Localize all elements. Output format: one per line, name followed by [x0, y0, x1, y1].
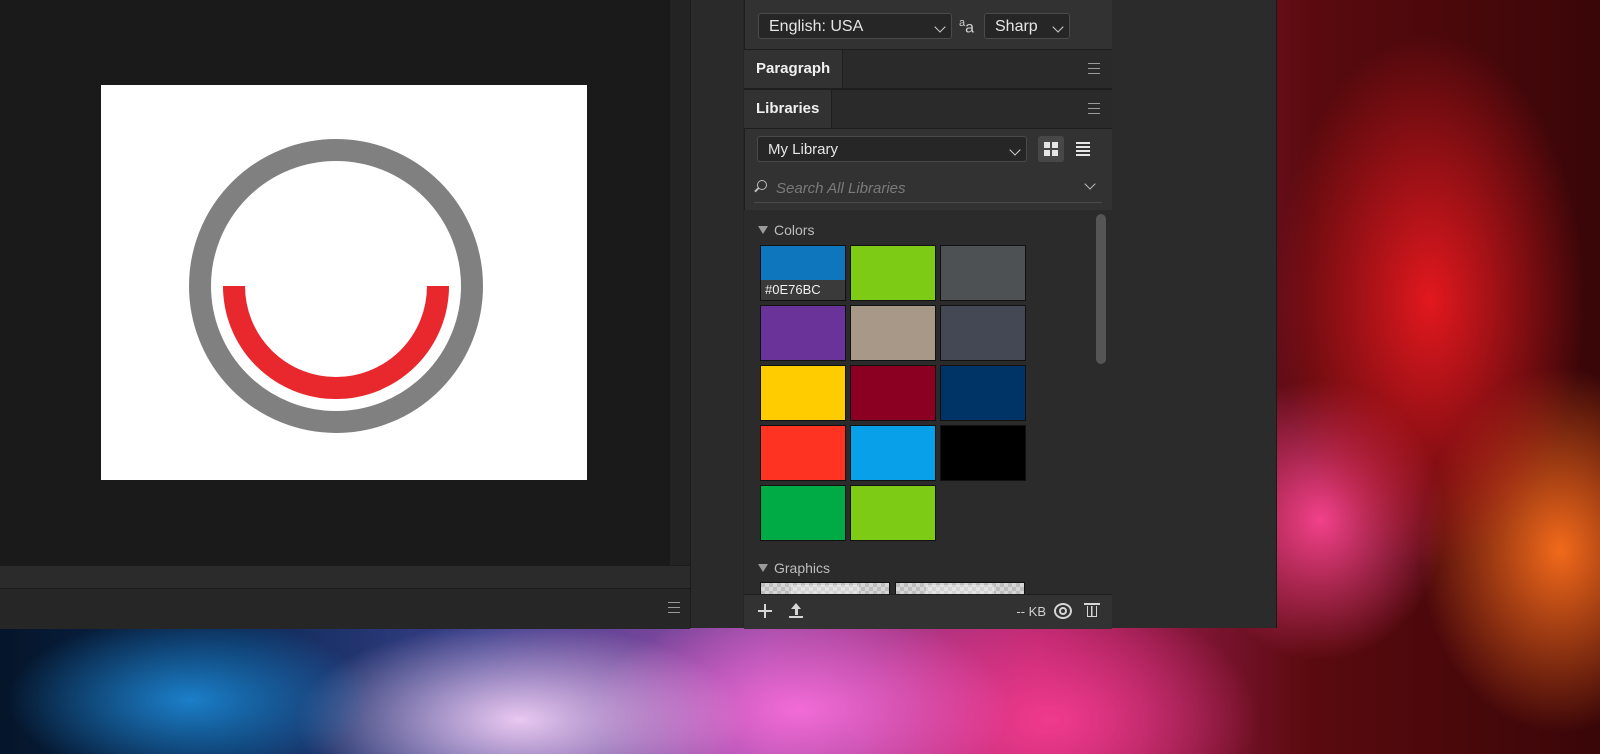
- grid-view-button[interactable]: [1038, 136, 1064, 162]
- library-search: [754, 174, 1102, 203]
- list-view-icon: [1076, 142, 1090, 156]
- panel-menu-icon[interactable]: [1088, 103, 1100, 114]
- color-swatch[interactable]: [760, 365, 846, 421]
- upload-icon[interactable]: [788, 603, 804, 621]
- libraries-footer: -- KB: [744, 594, 1112, 629]
- antialias-value: Sharp: [995, 18, 1038, 35]
- document-area: [0, 0, 670, 565]
- tab-paragraph[interactable]: Paragraph: [744, 50, 844, 88]
- antialias-icon: aa: [959, 17, 975, 37]
- disclosure-triangle-icon: [758, 226, 768, 234]
- color-swatch[interactable]: [850, 365, 936, 421]
- color-swatch[interactable]: [760, 485, 846, 541]
- color-swatch[interactable]: #0E76BC: [760, 245, 846, 301]
- color-swatch[interactable]: [850, 245, 936, 301]
- ring-gauge-artwork: [189, 139, 483, 433]
- grid-view-icon: [1044, 142, 1058, 156]
- color-swatch[interactable]: [850, 485, 936, 541]
- chevron-down-icon[interactable]: [1084, 178, 1096, 190]
- ring-fill-lower: [223, 285, 449, 399]
- color-swatch[interactable]: [850, 425, 936, 481]
- libraries-panel-header: Libraries: [744, 89, 1112, 129]
- color-swatch[interactable]: [850, 305, 936, 361]
- library-size-text: -- KB: [1016, 604, 1046, 619]
- document-horizontal-scrollbar[interactable]: [0, 565, 690, 588]
- color-swatch[interactable]: [760, 425, 846, 481]
- add-content-button[interactable]: [758, 604, 772, 618]
- color-swatch[interactable]: [760, 305, 846, 361]
- graphics-section-heading[interactable]: Graphics: [758, 560, 830, 576]
- paragraph-panel-header: Paragraph: [744, 49, 1112, 89]
- color-swatch[interactable]: [940, 305, 1026, 361]
- color-swatch[interactable]: [940, 365, 1026, 421]
- chevron-down-icon: [1052, 21, 1064, 33]
- scrollbar-thumb[interactable]: [1096, 214, 1106, 364]
- library-scrollbar[interactable]: [1090, 210, 1112, 594]
- antialias-dropdown[interactable]: Sharp: [984, 13, 1070, 39]
- color-swatch[interactable]: [940, 245, 1026, 301]
- panel-dock-gap: [690, 0, 743, 628]
- colors-section-heading[interactable]: Colors: [758, 222, 814, 238]
- language-dropdown[interactable]: English: USA: [758, 13, 952, 39]
- language-value: English: USA: [769, 18, 864, 35]
- library-select-dropdown[interactable]: My Library: [757, 136, 1027, 162]
- chevron-down-icon: [934, 21, 946, 33]
- disclosure-triangle-icon: [758, 564, 768, 572]
- color-swatch-label: #0E76BC: [761, 280, 845, 300]
- chevron-down-icon: [1009, 144, 1021, 156]
- panel-menu-icon[interactable]: [668, 602, 680, 613]
- tab-libraries[interactable]: Libraries: [744, 90, 833, 128]
- graphic-thumbnail[interactable]: [760, 582, 890, 594]
- library-select-value: My Library: [768, 141, 839, 158]
- color-swatch[interactable]: [940, 425, 1026, 481]
- list-view-button[interactable]: [1070, 136, 1096, 162]
- search-icon: [757, 180, 767, 190]
- document-canvas[interactable]: [101, 85, 587, 480]
- dock-empty-area: [1112, 0, 1277, 628]
- creative-cloud-icon[interactable]: [1054, 603, 1072, 619]
- trash-icon[interactable]: [1084, 603, 1100, 617]
- graphic-thumbnail[interactable]: [895, 582, 1025, 594]
- library-content: Colors #0E76BC Graphics: [744, 210, 1090, 594]
- document-vertical-scrollbar[interactable]: [670, 0, 690, 565]
- document-status-bar: [0, 588, 690, 629]
- panel-menu-icon[interactable]: [1088, 63, 1100, 74]
- search-input[interactable]: [774, 176, 1078, 200]
